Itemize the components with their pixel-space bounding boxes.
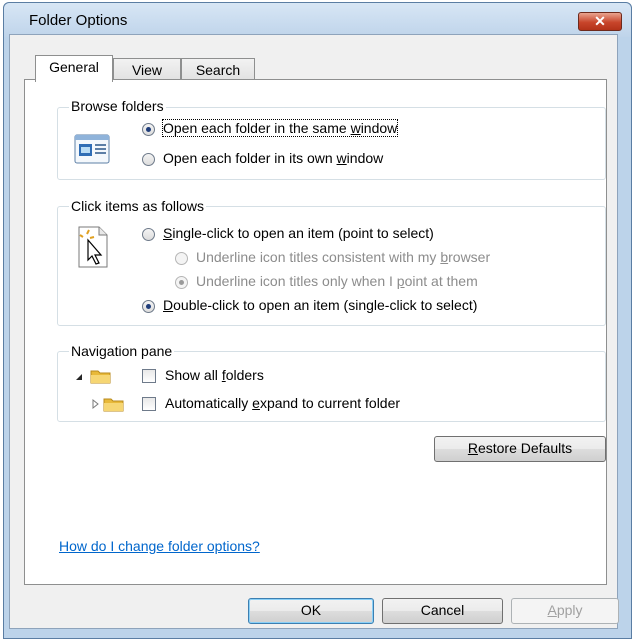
browse-folders-label: Browse folders xyxy=(69,98,166,114)
window-icon xyxy=(74,134,110,164)
access-key: A xyxy=(547,602,557,618)
access-key: R xyxy=(467,440,478,456)
window-title: Folder Options xyxy=(29,12,128,29)
option-underline-point-label[interactable]: Underline icon titles only when I point … xyxy=(196,273,478,289)
radio-own-window[interactable] xyxy=(142,153,155,166)
radio-single-click[interactable] xyxy=(142,228,155,241)
access-key: D xyxy=(163,297,174,313)
option-own-window-label[interactable]: Open each folder in its own window xyxy=(163,150,383,166)
expanded-folder-icon xyxy=(76,370,111,384)
click-items-label: Click items as follows xyxy=(69,198,207,214)
access-key: S xyxy=(163,225,173,241)
label-text: rowser xyxy=(448,249,491,265)
close-button[interactable]: ✕ xyxy=(578,12,622,31)
browse-folders-group xyxy=(57,107,606,180)
tab-general-label: General xyxy=(49,59,99,75)
close-icon: ✕ xyxy=(594,13,606,29)
access-key: b xyxy=(440,249,449,265)
restore-defaults-button[interactable]: Restore Defaults xyxy=(434,436,606,462)
cancel-label: Cancel xyxy=(420,602,465,618)
ok-button[interactable]: OK xyxy=(248,598,374,624)
tab-search-label: Search xyxy=(195,62,241,78)
option-double-click-label[interactable]: Double-click to open an item (single-cli… xyxy=(163,297,477,313)
label-text: Automatically xyxy=(165,395,253,411)
option-auto-expand-label[interactable]: Automatically expand to current folder xyxy=(165,395,400,411)
label-text: ouble-click to open an item (single-clic… xyxy=(173,297,478,313)
cancel-button[interactable]: Cancel xyxy=(382,598,503,624)
access-key: e xyxy=(252,395,260,411)
checkbox-show-all-folders[interactable] xyxy=(142,369,156,383)
title-bar[interactable]: Folder Options ✕ xyxy=(4,3,631,37)
checkbox-auto-expand[interactable] xyxy=(142,397,156,411)
option-underline-browser-label[interactable]: Underline icon titles consistent with my… xyxy=(196,249,490,265)
collapsed-folder-icon xyxy=(92,398,124,412)
label-text: olders xyxy=(225,367,264,383)
button-label: estore Defaults xyxy=(477,440,573,456)
access-key: w xyxy=(350,120,361,136)
radio-underline-browser[interactable] xyxy=(175,252,188,265)
ok-label: OK xyxy=(300,602,322,618)
label-text: indow xyxy=(346,150,384,166)
radio-underline-point[interactable] xyxy=(175,276,188,289)
label-text: indow xyxy=(360,120,398,136)
label-text: ingle-click to open an item (point to se… xyxy=(172,225,434,241)
option-single-click-label[interactable]: Single-click to open an item (point to s… xyxy=(163,225,434,241)
label-text: Open each folder in its own xyxy=(163,150,337,166)
tab-general[interactable]: General xyxy=(35,55,113,82)
radio-double-click[interactable] xyxy=(142,300,155,313)
label-text: oint at them xyxy=(404,273,478,289)
option-show-all-folders-label[interactable]: Show all folders xyxy=(165,367,264,383)
help-link[interactable]: How do I change folder options? xyxy=(59,538,260,554)
tab-view-label: View xyxy=(131,62,163,78)
button-label: pply xyxy=(556,602,583,618)
access-key: w xyxy=(336,150,347,166)
navigation-pane-group xyxy=(57,351,606,422)
access-key: p xyxy=(396,273,405,289)
navigation-pane-label: Navigation pane xyxy=(69,343,175,359)
label-text: Open each folder in the same xyxy=(163,120,351,136)
radio-same-window[interactable] xyxy=(142,123,155,136)
label-text: Underline icon titles consistent with my xyxy=(196,249,441,265)
click-cursor-icon xyxy=(78,226,108,268)
label-text: Underline icon titles only when I xyxy=(196,273,397,289)
apply-button[interactable]: Apply xyxy=(511,598,619,624)
label-text: Show all xyxy=(165,367,222,383)
label-text: xpand to current folder xyxy=(259,395,401,411)
option-same-window-label[interactable]: Open each folder in the same window xyxy=(161,119,399,137)
